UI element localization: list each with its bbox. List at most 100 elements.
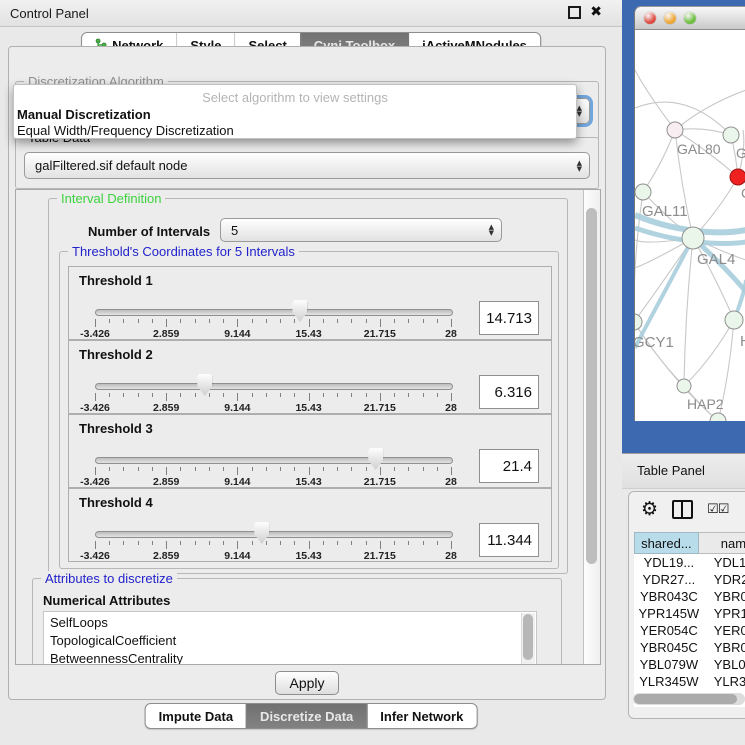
table-row[interactable]: YDR27...YDR2 bbox=[634, 571, 745, 588]
slider-tick-label: 21.715 bbox=[364, 476, 396, 488]
network-edge[interactable] bbox=[635, 70, 675, 130]
slider-track[interactable] bbox=[95, 457, 453, 464]
slider-tick bbox=[366, 393, 367, 397]
network-node-label: GAL11 bbox=[642, 203, 688, 220]
slider-tick bbox=[95, 467, 96, 475]
table-cell[interactable]: YBR0 bbox=[704, 639, 745, 656]
network-node-label: GAL80 bbox=[677, 141, 721, 157]
slider-tick bbox=[223, 319, 224, 323]
table-cell[interactable]: YBR045C bbox=[634, 639, 704, 656]
table-cell[interactable]: YLR3 bbox=[704, 673, 745, 690]
table-cell[interactable]: YDR27... bbox=[634, 571, 704, 588]
slider-track[interactable] bbox=[95, 531, 453, 538]
table-row[interactable]: YPR145WYPR1 bbox=[634, 605, 745, 622]
threshold-value-field[interactable]: 21.4 bbox=[479, 449, 539, 483]
numerical-attributes-list[interactable]: SelfLoopsTopologicalCoefficientBetweenne… bbox=[43, 611, 537, 665]
table-header-row: shared... name bbox=[634, 532, 745, 554]
threshold-value-field[interactable]: 11.344 bbox=[479, 523, 539, 557]
network-node-green[interactable] bbox=[682, 227, 704, 249]
table-cell[interactable]: YDL1 bbox=[704, 554, 745, 571]
network-node-green[interactable] bbox=[725, 311, 743, 329]
table-cell[interactable]: YER0 bbox=[704, 622, 745, 639]
settings-scrollbar[interactable] bbox=[583, 190, 600, 664]
network-node-pink[interactable] bbox=[667, 122, 683, 138]
list-scrollbar-thumb[interactable] bbox=[523, 614, 533, 660]
mac-close-button[interactable] bbox=[644, 12, 656, 24]
columns-icon[interactable] bbox=[672, 500, 693, 519]
threshold-value-field[interactable]: 6.316 bbox=[479, 375, 539, 409]
network-node-green[interactable] bbox=[723, 127, 739, 143]
table-row[interactable]: YBR043CYBR0 bbox=[634, 588, 745, 605]
attributes-group: Attributes to discretize Numerical Attri… bbox=[32, 578, 562, 665]
popup-option-equal-width[interactable]: Equal Width/Frequency Discretization bbox=[14, 123, 576, 139]
table-cell[interactable]: YER054C bbox=[634, 622, 704, 639]
close-icon[interactable]: ✖ bbox=[590, 5, 602, 19]
network-edge[interactable] bbox=[643, 130, 675, 192]
table-cell[interactable]: YBL079W bbox=[634, 656, 704, 673]
table-hscrollbar[interactable] bbox=[633, 693, 745, 705]
table-row[interactable]: YER054CYER0 bbox=[634, 622, 745, 639]
network-node-green[interactable] bbox=[677, 379, 691, 393]
column-header-name[interactable]: name bbox=[699, 532, 745, 554]
slider-tick bbox=[252, 393, 253, 397]
mac-zoom-button[interactable] bbox=[684, 12, 696, 24]
attribute-list-item[interactable]: TopologicalCoefficient bbox=[44, 632, 536, 650]
attribute-list-item[interactable]: BetweennessCentrality bbox=[44, 650, 536, 665]
float-window-icon[interactable] bbox=[568, 6, 581, 19]
list-scrollbar[interactable] bbox=[521, 613, 535, 665]
table-data-value: galFiltered.sif default node bbox=[35, 158, 187, 173]
num-intervals-combobox[interactable]: 5 ▲▼ bbox=[220, 218, 502, 242]
slider-tick bbox=[408, 393, 409, 397]
attribute-list-item[interactable]: SelfLoops bbox=[44, 614, 536, 632]
table-hscrollbar-thumb[interactable] bbox=[634, 694, 737, 704]
table-cell[interactable]: YLR345W bbox=[634, 673, 704, 690]
slider-track[interactable] bbox=[95, 309, 453, 316]
table-cell[interactable]: YBR0 bbox=[704, 588, 745, 605]
apply-button[interactable]: Apply bbox=[275, 671, 339, 695]
select-checkboxes-icon[interactable]: ☑☑ bbox=[707, 503, 728, 516]
control-panel-titlebar: Control Panel ✖ bbox=[0, 0, 622, 27]
group-title: Attributes to discretize bbox=[41, 571, 177, 586]
slider-tick-label: -3.426 bbox=[80, 402, 110, 414]
network-canvas[interactable]: GAL80GACGAL11GAL4GCY1HHAP2 bbox=[635, 30, 745, 421]
gear-icon[interactable]: ⚙ bbox=[641, 500, 658, 519]
mac-minimize-button[interactable] bbox=[664, 12, 676, 24]
table-cell[interactable]: YBL0 bbox=[704, 656, 745, 673]
tab-impute-data[interactable]: Impute Data bbox=[146, 704, 246, 728]
column-header-shared[interactable]: shared... bbox=[634, 532, 699, 554]
slider-track[interactable] bbox=[95, 383, 453, 390]
slider-tick-label: 15.43 bbox=[295, 328, 321, 340]
threshold-slider[interactable]: -3.4262.8599.14415.4321.71528 bbox=[95, 341, 451, 413]
network-edge[interactable] bbox=[675, 90, 745, 130]
network-node-green[interactable] bbox=[710, 413, 726, 421]
popup-option-manual[interactable]: Manual Discretization bbox=[14, 107, 576, 123]
tab-discretize-data[interactable]: Discretize Data bbox=[246, 704, 366, 728]
table-row[interactable]: YBR045CYBR0 bbox=[634, 639, 745, 656]
slider-tick-label: 15.43 bbox=[295, 550, 321, 562]
slider-ticks bbox=[95, 319, 451, 328]
threshold-slider[interactable]: -3.4262.8599.14415.4321.71528 bbox=[95, 489, 451, 561]
settings-scrollbar-thumb[interactable] bbox=[586, 208, 597, 564]
slider-tick bbox=[323, 467, 324, 471]
threshold-value-field[interactable]: 14.713 bbox=[479, 301, 539, 335]
network-edge[interactable] bbox=[684, 320, 734, 386]
threshold-slider[interactable]: -3.4262.8599.14415.4321.71528 bbox=[95, 415, 451, 487]
network-node-green[interactable] bbox=[635, 314, 642, 330]
network-node-red[interactable] bbox=[730, 169, 745, 185]
network-node-green[interactable] bbox=[635, 184, 651, 200]
tab-infer-network[interactable]: Infer Network bbox=[366, 704, 476, 728]
table-cell[interactable]: YDL19... bbox=[634, 554, 704, 571]
table-cell[interactable]: YBR043C bbox=[634, 588, 704, 605]
table-row[interactable]: YLR345WYLR3 bbox=[634, 673, 745, 690]
threshold-slider[interactable]: -3.4262.8599.14415.4321.71528 bbox=[95, 267, 451, 339]
table-row[interactable]: YDL19...YDL1 bbox=[634, 554, 745, 571]
table-row[interactable]: YBL079WYBL0 bbox=[634, 656, 745, 673]
table-cell[interactable]: YDR2 bbox=[704, 571, 745, 588]
table-cell[interactable]: YPR1 bbox=[704, 605, 745, 622]
threshold-box: Threshold 2 -3.4262.8599.14415.4321.7152… bbox=[68, 340, 552, 414]
table-cell[interactable]: YPR145W bbox=[634, 605, 704, 622]
table-data-combobox[interactable]: galFiltered.sif default node ▲▼ bbox=[24, 152, 590, 179]
network-edge[interactable] bbox=[684, 238, 693, 386]
slider-tick bbox=[195, 393, 196, 397]
slider-tick bbox=[95, 393, 96, 401]
